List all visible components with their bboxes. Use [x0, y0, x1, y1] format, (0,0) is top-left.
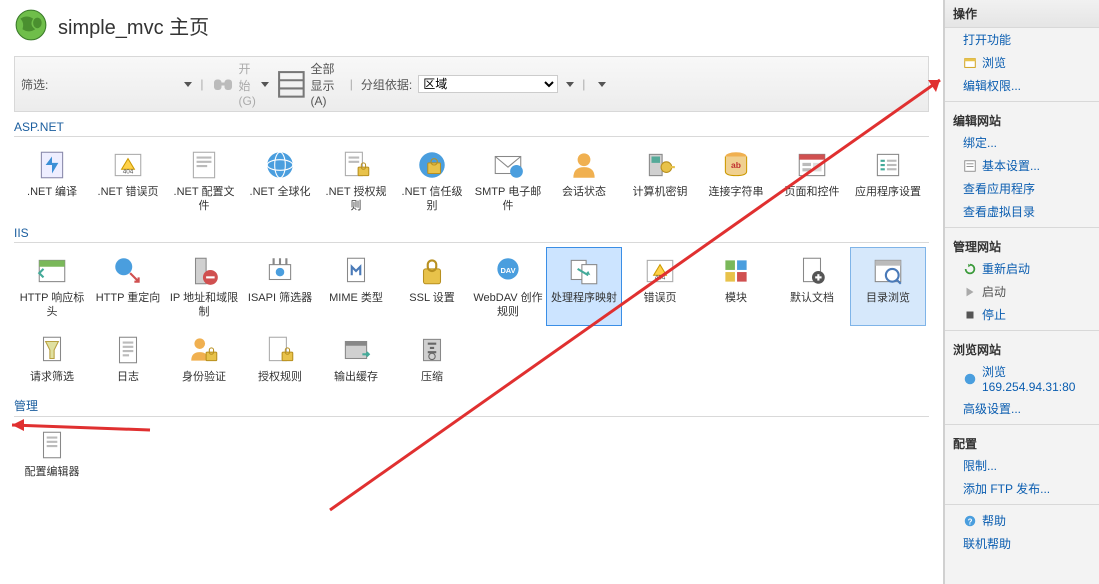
feature-authentication[interactable]: 身份验证 — [166, 326, 242, 391]
section-management-header: 管理 — [14, 397, 929, 417]
action-online-help[interactable]: 联机帮助 — [945, 532, 1099, 555]
toolbar: 筛选: | 开始(G) 全部显示(A) | 分组依据: 区域 | — [14, 56, 929, 112]
svg-text:ab: ab — [731, 160, 741, 170]
feature-authorization[interactable]: 授权规则 — [242, 326, 318, 391]
filter-input[interactable] — [56, 77, 176, 91]
svg-text:404: 404 — [655, 275, 666, 282]
feature-ip-restrict[interactable]: IP 地址和域限制 — [166, 247, 242, 326]
feature-http-headers[interactable]: HTTP 响应标头 — [14, 247, 90, 326]
aspnet-grid: .NET 编译 404.NET 错误页 .NET 配置文件 .NET 全球化 .… — [14, 141, 929, 220]
go-button: 开始(G) — [211, 60, 268, 108]
action-stop[interactable]: 停止 — [945, 303, 1099, 326]
feature-redirect[interactable]: HTTP 重定向 — [90, 247, 166, 326]
feature-connection[interactable]: ab连接字符串 — [698, 141, 774, 220]
content-pane: simple_mvc 主页 筛选: | 开始(G) 全部显示(A) | 分组依据… — [0, 0, 944, 584]
filter-dropdown-icon[interactable] — [184, 82, 192, 87]
feature-config-editor[interactable]: 配置编辑器 — [14, 421, 90, 486]
svg-text:404: 404 — [123, 169, 134, 176]
feature-net-authrules[interactable]: .NET 授权规则 — [318, 141, 394, 220]
settings-icon — [963, 159, 977, 173]
feature-webdav[interactable]: DAVWebDAV 创作规则 — [470, 247, 546, 326]
feature-default-doc[interactable]: 默认文档 — [774, 247, 850, 326]
browse-icon — [963, 56, 977, 70]
feature-handler-mappings[interactable]: 处理程序映射 — [546, 247, 622, 326]
feature-smtp[interactable]: SMTP 电子邮件 — [470, 141, 546, 220]
group-by-label: 分组依据: — [361, 76, 412, 93]
title-row: simple_mvc 主页 — [14, 8, 929, 42]
globe-small-icon — [963, 372, 977, 386]
feature-directory-browsing[interactable]: 目录浏览 — [850, 247, 926, 326]
show-all-button[interactable]: 全部显示(A) — [275, 60, 342, 108]
feature-request-filtering[interactable]: 请求筛选 — [14, 326, 90, 391]
show-all-icon — [275, 68, 308, 101]
feature-output-cache[interactable]: 输出缓存 — [318, 326, 394, 391]
page-title: simple_mvc 主页 — [58, 11, 209, 40]
help-icon: ? — [963, 514, 977, 528]
feature-mime[interactable]: MIME 类型 — [318, 247, 394, 326]
globe-icon — [14, 8, 48, 42]
feature-error-pages[interactable]: 404错误页 — [622, 247, 698, 326]
stop-icon — [963, 308, 977, 322]
action-restart[interactable]: 重新启动 — [945, 257, 1099, 280]
action-view-vdirs[interactable]: 查看虚拟目录 — [945, 200, 1099, 223]
action-basic-settings[interactable]: 基本设置... — [945, 154, 1099, 177]
feature-machine-key[interactable]: 计算机密钥 — [622, 141, 698, 220]
action-edit-permissions[interactable]: 编辑权限... — [945, 74, 1099, 97]
feature-logging[interactable]: 日志 — [90, 326, 166, 391]
action-browse-ip[interactable]: 浏览 169.254.94.31:80 — [945, 360, 1099, 397]
action-start[interactable]: 启动 — [945, 280, 1099, 303]
action-help[interactable]: ?帮助 — [945, 509, 1099, 532]
svg-text:?: ? — [968, 517, 973, 526]
start-icon — [963, 285, 977, 299]
feature-modules[interactable]: 模块 — [698, 247, 774, 326]
feature-net-profile[interactable]: .NET 配置文件 — [166, 141, 242, 220]
actions-pane: 操作 打开功能 浏览 编辑权限... 编辑网站 绑定... 基本设置... 查看… — [944, 0, 1099, 584]
feature-net-global[interactable]: .NET 全球化 — [242, 141, 318, 220]
action-browse[interactable]: 浏览 — [945, 51, 1099, 74]
feature-session[interactable]: 会话状态 — [546, 141, 622, 220]
action-bindings[interactable]: 绑定... — [945, 131, 1099, 154]
svg-text:DAV: DAV — [500, 266, 515, 275]
action-limits[interactable]: 限制... — [945, 454, 1099, 477]
feature-compression[interactable]: 压缩 — [394, 326, 470, 391]
browse-site-header: 浏览网站 — [945, 335, 1099, 360]
feature-isapi[interactable]: ISAPI 筛选器 — [242, 247, 318, 326]
action-add-ftp[interactable]: 添加 FTP 发布... — [945, 477, 1099, 500]
action-open-feature[interactable]: 打开功能 — [945, 28, 1099, 51]
iis-grid: HTTP 响应标头 HTTP 重定向 IP 地址和域限制 ISAPI 筛选器 M… — [14, 247, 929, 391]
section-iis-header: IIS — [14, 226, 929, 243]
feature-net-compile[interactable]: .NET 编译 — [14, 141, 90, 220]
action-advanced-settings[interactable]: 高级设置... — [945, 397, 1099, 420]
feature-net-trust[interactable]: .NET 信任级别 — [394, 141, 470, 220]
config-header: 配置 — [945, 429, 1099, 454]
view-mode-button[interactable] — [593, 82, 606, 87]
section-aspnet-header: ASP.NET — [14, 120, 929, 137]
feature-appsettings[interactable]: 应用程序设置 — [850, 141, 926, 220]
manage-site-header: 管理网站 — [945, 232, 1099, 257]
binoculars-icon — [211, 72, 235, 96]
action-view-apps[interactable]: 查看应用程序 — [945, 177, 1099, 200]
group-by-select[interactable]: 区域 — [418, 75, 558, 93]
feature-ssl[interactable]: SSL 设置 — [394, 247, 470, 326]
filter-label: 筛选: — [21, 76, 48, 93]
edit-site-header: 编辑网站 — [945, 106, 1099, 131]
management-grid: 配置编辑器 — [14, 421, 929, 486]
actions-header: 操作 — [945, 0, 1099, 28]
restart-icon — [963, 262, 977, 276]
feature-net-error[interactable]: 404.NET 错误页 — [90, 141, 166, 220]
feature-pages[interactable]: 页面和控件 — [774, 141, 850, 220]
